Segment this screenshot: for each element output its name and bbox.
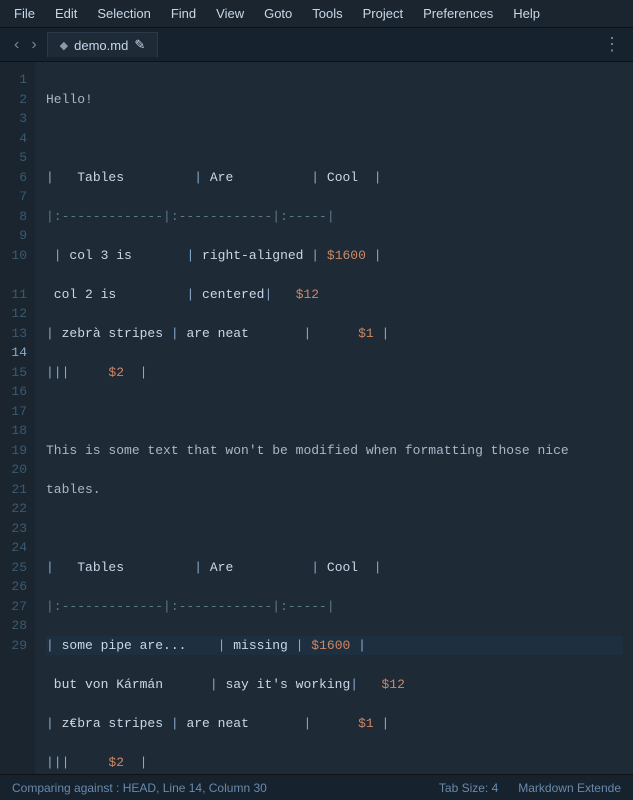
code-line-14: | some pipe are... | missing | $1600 | bbox=[46, 636, 623, 656]
code-line-16: | z€bra stripes | are neat | $1 | bbox=[46, 714, 623, 734]
line-num-6: 6 bbox=[6, 168, 27, 188]
code-content[interactable]: Hello! | Tables | Are | Cool | |:-------… bbox=[36, 62, 633, 774]
line-num-23: 23 bbox=[6, 519, 27, 539]
code-line-9 bbox=[46, 402, 623, 422]
statusbar: Comparing against : HEAD, Line 14, Colum… bbox=[0, 774, 633, 800]
menu-edit[interactable]: Edit bbox=[45, 4, 87, 23]
line-num-24: 24 bbox=[6, 538, 27, 558]
line-num-16: 16 bbox=[6, 382, 27, 402]
line-num-4: 4 bbox=[6, 129, 27, 149]
code-line-7: | zebrà stripes | are neat | $1 | bbox=[46, 324, 623, 344]
line-num-3: 3 bbox=[6, 109, 27, 129]
menu-find[interactable]: Find bbox=[161, 4, 206, 23]
line-num-26: 26 bbox=[6, 577, 27, 597]
line-num-1: 1 bbox=[6, 70, 27, 90]
code-line-8: ||| $2 | bbox=[46, 363, 623, 383]
code-line-1: Hello! bbox=[46, 90, 623, 110]
menu-preferences[interactable]: Preferences bbox=[413, 4, 503, 23]
menu-selection[interactable]: Selection bbox=[87, 4, 160, 23]
code-line-12: | Tables | Are | Cool | bbox=[46, 558, 623, 578]
menu-file[interactable]: File bbox=[4, 4, 45, 23]
line-num-10b bbox=[6, 265, 27, 285]
line-num-10: 10 bbox=[6, 246, 27, 266]
menu-view[interactable]: View bbox=[206, 4, 254, 23]
line-num-15: 15 bbox=[6, 363, 27, 383]
tab-edit-icon: ✎ bbox=[134, 37, 145, 53]
tab-next-button[interactable]: › bbox=[25, 34, 42, 56]
code-line-4: |:-------------|:------------|:-----| bbox=[46, 207, 623, 227]
status-tab-size: Tab Size: 4 bbox=[439, 781, 498, 795]
line-num-7: 7 bbox=[6, 187, 27, 207]
line-num-20: 20 bbox=[6, 460, 27, 480]
line-num-19: 19 bbox=[6, 441, 27, 461]
line-num-25: 25 bbox=[6, 558, 27, 578]
menu-goto[interactable]: Goto bbox=[254, 4, 302, 23]
line-num-9: 9 bbox=[6, 226, 27, 246]
menu-tools[interactable]: Tools bbox=[302, 4, 352, 23]
tab-more-button[interactable]: ⋮ bbox=[599, 34, 625, 56]
tab-file-icon: ◆ bbox=[60, 39, 68, 52]
status-mode: Markdown Extende bbox=[518, 781, 621, 795]
code-line-13: |:-------------|:------------|:-----| bbox=[46, 597, 623, 617]
line-num-11: 11 bbox=[6, 285, 27, 305]
editor: 1 2 3 4 5 6 7 8 9 10 11 12 13 14 15 16 1… bbox=[0, 62, 633, 774]
code-line-11 bbox=[46, 519, 623, 539]
code-line-15: but von Kármán | say it's working| $12 bbox=[46, 675, 623, 695]
line-num-8: 8 bbox=[6, 207, 27, 227]
code-line-5: | col 3 is | right-aligned | $1600 | bbox=[46, 246, 623, 266]
line-num-5: 5 bbox=[6, 148, 27, 168]
code-line-2 bbox=[46, 129, 623, 149]
code-line-17: ||| $2 | bbox=[46, 753, 623, 773]
menubar: File Edit Selection Find View Goto Tools… bbox=[0, 0, 633, 28]
line-num-22: 22 bbox=[6, 499, 27, 519]
line-num-27: 27 bbox=[6, 597, 27, 617]
line-num-17: 17 bbox=[6, 402, 27, 422]
tab-prev-button[interactable]: ‹ bbox=[8, 34, 25, 56]
line-numbers: 1 2 3 4 5 6 7 8 9 10 11 12 13 14 15 16 1… bbox=[0, 62, 36, 774]
line-num-29: 29 bbox=[6, 636, 27, 656]
line-num-12: 12 bbox=[6, 304, 27, 324]
line-num-13: 13 bbox=[6, 324, 27, 344]
tab-filename: demo.md bbox=[74, 38, 128, 53]
line-num-14: 14 bbox=[6, 343, 27, 363]
code-line-6: col 2 is | centered| $12 bbox=[46, 285, 623, 305]
line-num-2: 2 bbox=[6, 90, 27, 110]
tab-demo-md[interactable]: ◆ demo.md ✎ bbox=[47, 32, 159, 57]
status-comparing: Comparing against : HEAD, Line 14, Colum… bbox=[12, 781, 267, 795]
line-num-21: 21 bbox=[6, 480, 27, 500]
line-num-28: 28 bbox=[6, 616, 27, 636]
menu-help[interactable]: Help bbox=[503, 4, 550, 23]
line-num-18: 18 bbox=[6, 421, 27, 441]
code-line-3: | Tables | Are | Cool | bbox=[46, 168, 623, 188]
menu-project[interactable]: Project bbox=[353, 4, 413, 23]
code-line-10b: tables. bbox=[46, 480, 623, 500]
tabbar: ‹ › ◆ demo.md ✎ ⋮ bbox=[0, 28, 633, 62]
code-line-10: This is some text that won't be modified… bbox=[46, 441, 623, 461]
